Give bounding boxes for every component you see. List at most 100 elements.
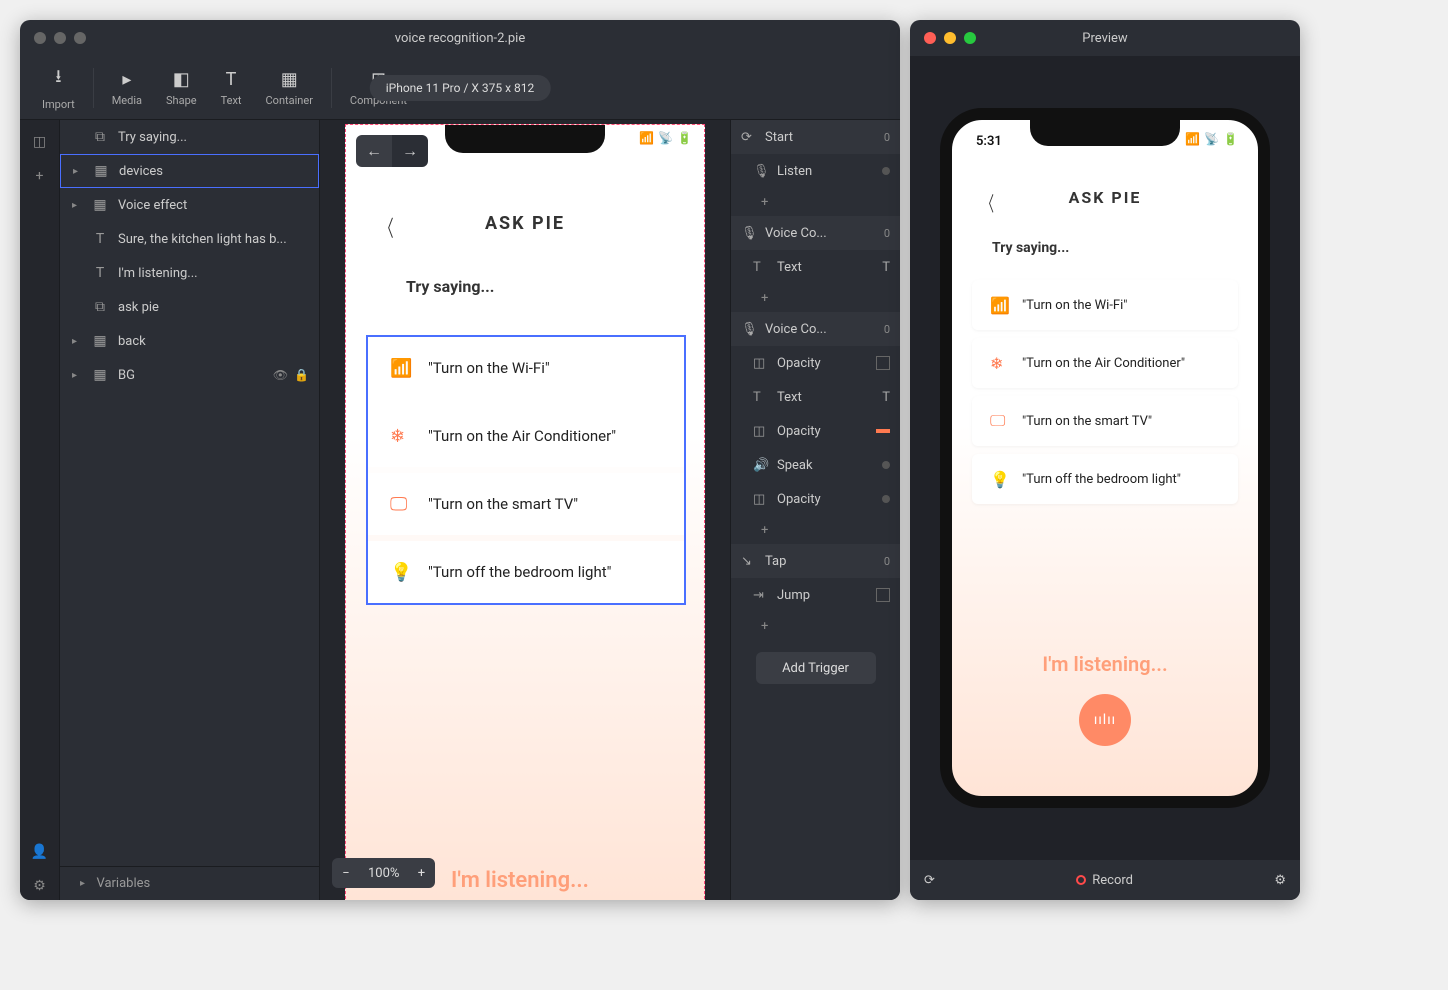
variables-row[interactable]: ▸ Variables [60,866,319,900]
listening-text: I'm listening... [451,868,589,893]
layer-type-icon: T [92,231,108,247]
action-label: Speak [777,458,813,473]
layer-item[interactable]: ▸ ▦ BG 👁 🔒 [60,358,319,392]
tv-icon: 🖵 [990,411,1008,431]
minimize-window-button[interactable] [54,32,66,44]
trigger-action-item[interactable]: ◫ Opacity [731,482,900,516]
container-button[interactable]: ▦ Container [254,65,325,111]
wifi-icon: 📶 [990,296,1008,315]
trigger-count-badge: 0 [884,555,890,568]
suggestion-card[interactable]: 📶"Turn on the Wi-Fi" [972,280,1238,330]
trigger-action-item[interactable]: TTextT [731,380,900,414]
add-trigger-button[interactable]: Add Trigger [756,652,876,684]
zoom-window-button[interactable] [74,32,86,44]
traffic-lights [34,32,86,44]
action-label: Opacity [777,492,821,507]
nav-back-button[interactable]: ← [356,135,392,167]
suggestion-card[interactable]: ❄"Turn on the Air Conditioner" [368,405,684,467]
add-action-button[interactable]: + [731,516,900,544]
zoom-in-button[interactable]: + [407,866,435,881]
preview-settings-button[interactable]: ⚙ [1274,873,1286,888]
suggestion-card[interactable]: 🖵"Turn on the smart TV" [368,473,684,535]
user-icon[interactable]: 👤 [26,838,54,866]
layer-item[interactable]: ▸▦Voice effect [60,188,319,222]
minimize-window-button[interactable] [944,32,956,44]
opacity-icon: ◫ [753,356,769,371]
preview-titlebar: Preview [910,20,1300,56]
layer-type-icon: ▦ [92,367,108,383]
timeline-dot-icon [882,495,890,503]
record-button[interactable]: Record [1076,873,1133,888]
preview-phone[interactable]: 5:31 📶 📡 🔋 〈 ASK PIE Try saying... 📶"Tur… [940,108,1270,808]
layer-item[interactable]: TSure, the kitchen light has b... [60,222,319,256]
import-button[interactable]: ⭳ Import [30,60,87,115]
trigger-action-item[interactable]: 🎙Listen [731,154,900,188]
canvas[interactable]: 📶 📡 🔋 ← → 〈 ASK PIE Try saying... 📶"Turn… [320,120,730,900]
layer-label: back [118,334,146,349]
media-button[interactable]: ▸ Media [100,65,154,111]
text-icon: T [226,69,237,90]
add-page-button[interactable]: + [26,162,54,190]
ac-icon: ❄ [390,426,412,447]
opacity-icon: ◫ [753,492,769,507]
refresh-button[interactable]: ⟳ [924,873,935,888]
text-icon: T [753,390,769,405]
layer-item[interactable]: TI'm listening... [60,256,319,290]
trigger-count-badge: 0 [884,323,890,336]
back-chevron-icon[interactable]: 〈 [982,188,994,217]
layer-item[interactable]: ⧉Try saying... [60,120,319,154]
back-chevron-icon[interactable]: 〈 [380,211,393,243]
devices-selection-box[interactable]: 📶"Turn on the Wi-Fi"❄"Turn on the Air Co… [366,335,686,605]
layer-item[interactable]: ▸▦devices [60,154,319,188]
shape-button[interactable]: ◧ Shape [154,65,209,111]
suggestion-card[interactable]: ❄"Turn on the Air Conditioner" [972,338,1238,388]
card-label: "Turn off the bedroom light" [428,563,611,581]
nav-forward-button[interactable]: → [392,135,428,167]
trigger-group-header[interactable]: ⟳Start0 [731,120,900,154]
text-icon: T [753,260,769,275]
trigger-action-item[interactable]: ◫Opacity [731,414,900,448]
trigger-action-item[interactable]: ⇥Jump [731,578,900,612]
zoom-window-button[interactable] [964,32,976,44]
visibility-icon[interactable]: 👁 [273,368,288,382]
close-window-button[interactable] [34,32,46,44]
trigger-action-item[interactable]: 🔊Speak [731,448,900,482]
voice-orb-button[interactable]: ıılıı [1079,694,1131,746]
triggers-panel: ⟳Start0🎙Listen+🎙Voice Co...0TTextT+🎙Voic… [730,120,900,900]
add-action-button[interactable]: + [731,612,900,640]
layer-item[interactable]: ▸▦back [60,324,319,358]
trigger-action-item[interactable]: TTextT [731,250,900,284]
trigger-group-header[interactable]: 🎙Voice Co...0 [731,312,900,346]
settings-icon[interactable]: ⚙ [26,872,54,900]
zoom-out-button[interactable]: − [332,866,360,881]
layer-label: BG [118,368,135,383]
zoom-value[interactable]: 100% [360,866,407,881]
layer-type-icon: ▦ [92,197,108,213]
timeline-dot-icon [882,167,890,175]
add-action-button[interactable]: + [731,284,900,312]
panels-toggle-button[interactable]: ◫ [26,128,54,156]
trigger-group-header[interactable]: 🎙Voice Co...0 [731,216,900,250]
suggestion-card[interactable]: 📶"Turn on the Wi-Fi" [368,337,684,399]
lock-icon[interactable]: 🔒 [294,368,309,382]
trigger-count-badge: 0 [884,227,890,240]
action-label: Text [777,390,802,405]
chevron-right-icon: ▸ [72,370,82,381]
trigger-action-item[interactable]: ◫Opacity [731,346,900,380]
trigger-group-label: Voice Co... [765,322,827,337]
phone-artboard[interactable]: 📶 📡 🔋 ← → 〈 ASK PIE Try saying... 📶"Turn… [345,124,705,900]
target-box-icon [876,356,890,370]
text-button[interactable]: T Text [209,65,254,111]
suggestion-card[interactable]: 🖵"Turn on the smart TV" [972,396,1238,446]
suggestion-card[interactable]: 💡"Turn off the bedroom light" [368,541,684,603]
add-action-button[interactable]: + [731,188,900,216]
layer-label: I'm listening... [118,266,198,281]
suggestion-card[interactable]: 💡"Turn off the bedroom light" [972,454,1238,504]
trigger-group-header[interactable]: ↘Tap0 [731,544,900,578]
chevron-right-icon: ▸ [72,336,82,347]
close-window-button[interactable] [924,32,936,44]
device-selector[interactable]: iPhone 11 Pro / X 375 x 812 [370,75,551,101]
layer-label: devices [119,164,163,179]
layer-item[interactable]: ⧉ask pie [60,290,319,324]
window-title: voice recognition-2.pie [395,31,525,46]
